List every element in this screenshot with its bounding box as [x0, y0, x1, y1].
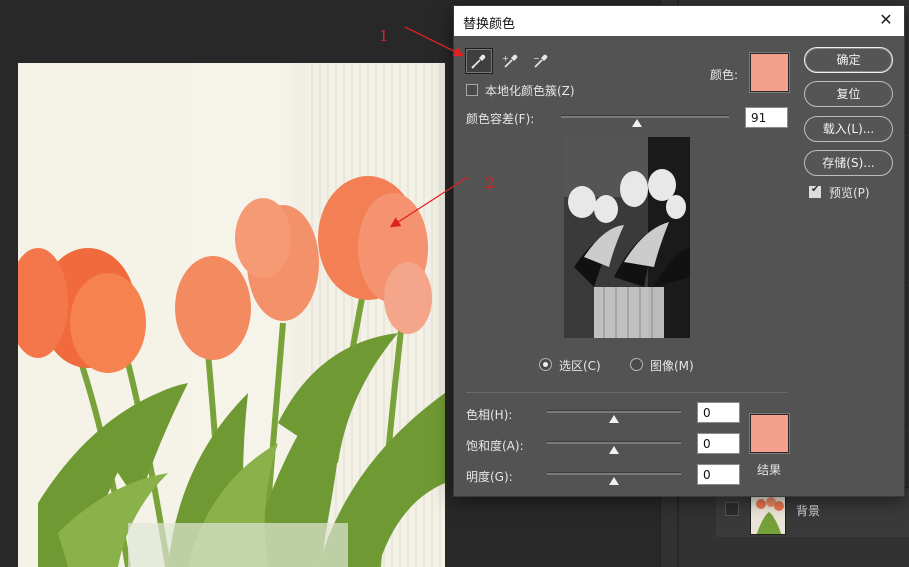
dialog-titlebar[interactable]: 替换颜色 ✕	[454, 6, 904, 36]
preview-label: 预览(P)	[829, 186, 870, 200]
fuzziness-slider-track[interactable]	[561, 115, 729, 118]
image-radio-label: 图像(M)	[650, 359, 694, 373]
eyedropper-subtract-button[interactable]: −	[527, 48, 555, 74]
preview-checkbox[interactable]	[809, 184, 821, 198]
tulip-photo[interactable]	[18, 63, 445, 567]
lightness-slider-knob[interactable]	[609, 477, 619, 485]
hue-slider-track[interactable]	[547, 410, 681, 413]
ok-button[interactable]: 确定	[804, 47, 893, 73]
eyedropper-plus-icon: +	[502, 54, 518, 68]
svg-text:+: +	[502, 54, 509, 63]
selection-radio[interactable]	[539, 358, 552, 371]
tulip-illustration	[18, 176, 445, 567]
fuzziness-input[interactable]: 91	[745, 107, 788, 128]
saturation-input[interactable]: 0	[697, 433, 740, 454]
eyedropper-icon	[471, 54, 486, 69]
result-color-swatch[interactable]	[750, 414, 789, 453]
eyedropper-tool-button[interactable]	[465, 48, 493, 74]
reset-button[interactable]: 复位	[804, 81, 893, 107]
localized-clusters-label: 本地化颜色簇(Z)	[485, 84, 575, 98]
layer-visibility-toggle[interactable]	[725, 502, 739, 516]
layer-thumbnail	[750, 493, 786, 535]
lightness-slider-track[interactable]	[547, 472, 681, 475]
save-button[interactable]: 存储(S)...	[804, 150, 893, 176]
section-divider	[466, 392, 788, 393]
layer-name: 背景	[796, 504, 821, 518]
fuzziness-label: 颜色容差(F):	[466, 112, 535, 126]
dialog-title: 替换颜色	[463, 17, 516, 32]
result-label: 结果	[757, 463, 782, 477]
hue-label: 色相(H):	[466, 408, 513, 422]
localized-clusters-checkbox[interactable]	[466, 84, 478, 96]
selection-radio-label: 选区(C)	[559, 359, 601, 373]
annotation-number-2: 2	[485, 174, 495, 192]
eyedropper-add-button[interactable]: +	[497, 48, 525, 74]
selection-preview	[564, 137, 690, 338]
annotation-number-1: 1	[379, 27, 389, 45]
hue-slider-knob[interactable]	[609, 415, 619, 423]
load-button[interactable]: 载入(L)...	[804, 116, 893, 142]
close-icon[interactable]: ✕	[876, 10, 896, 30]
saturation-label: 饱和度(A):	[466, 439, 524, 453]
replace-color-dialog: 替换颜色 ✕ + − 本地化颜色簇(Z) 颜色: 颜色容差(F): 91 选区(…	[453, 5, 905, 497]
saturation-slider-knob[interactable]	[609, 446, 619, 454]
lightness-input[interactable]: 0	[697, 464, 740, 485]
hue-input[interactable]: 0	[697, 402, 740, 423]
target-color-swatch[interactable]	[750, 53, 789, 92]
saturation-slider-track[interactable]	[547, 441, 681, 444]
svg-text:−: −	[533, 54, 540, 63]
eyedropper-minus-icon: −	[533, 54, 548, 68]
image-radio[interactable]	[630, 358, 643, 371]
lightness-label: 明度(G):	[466, 470, 513, 484]
fuzziness-slider-knob[interactable]	[631, 119, 642, 127]
color-label: 颜色:	[710, 68, 739, 82]
